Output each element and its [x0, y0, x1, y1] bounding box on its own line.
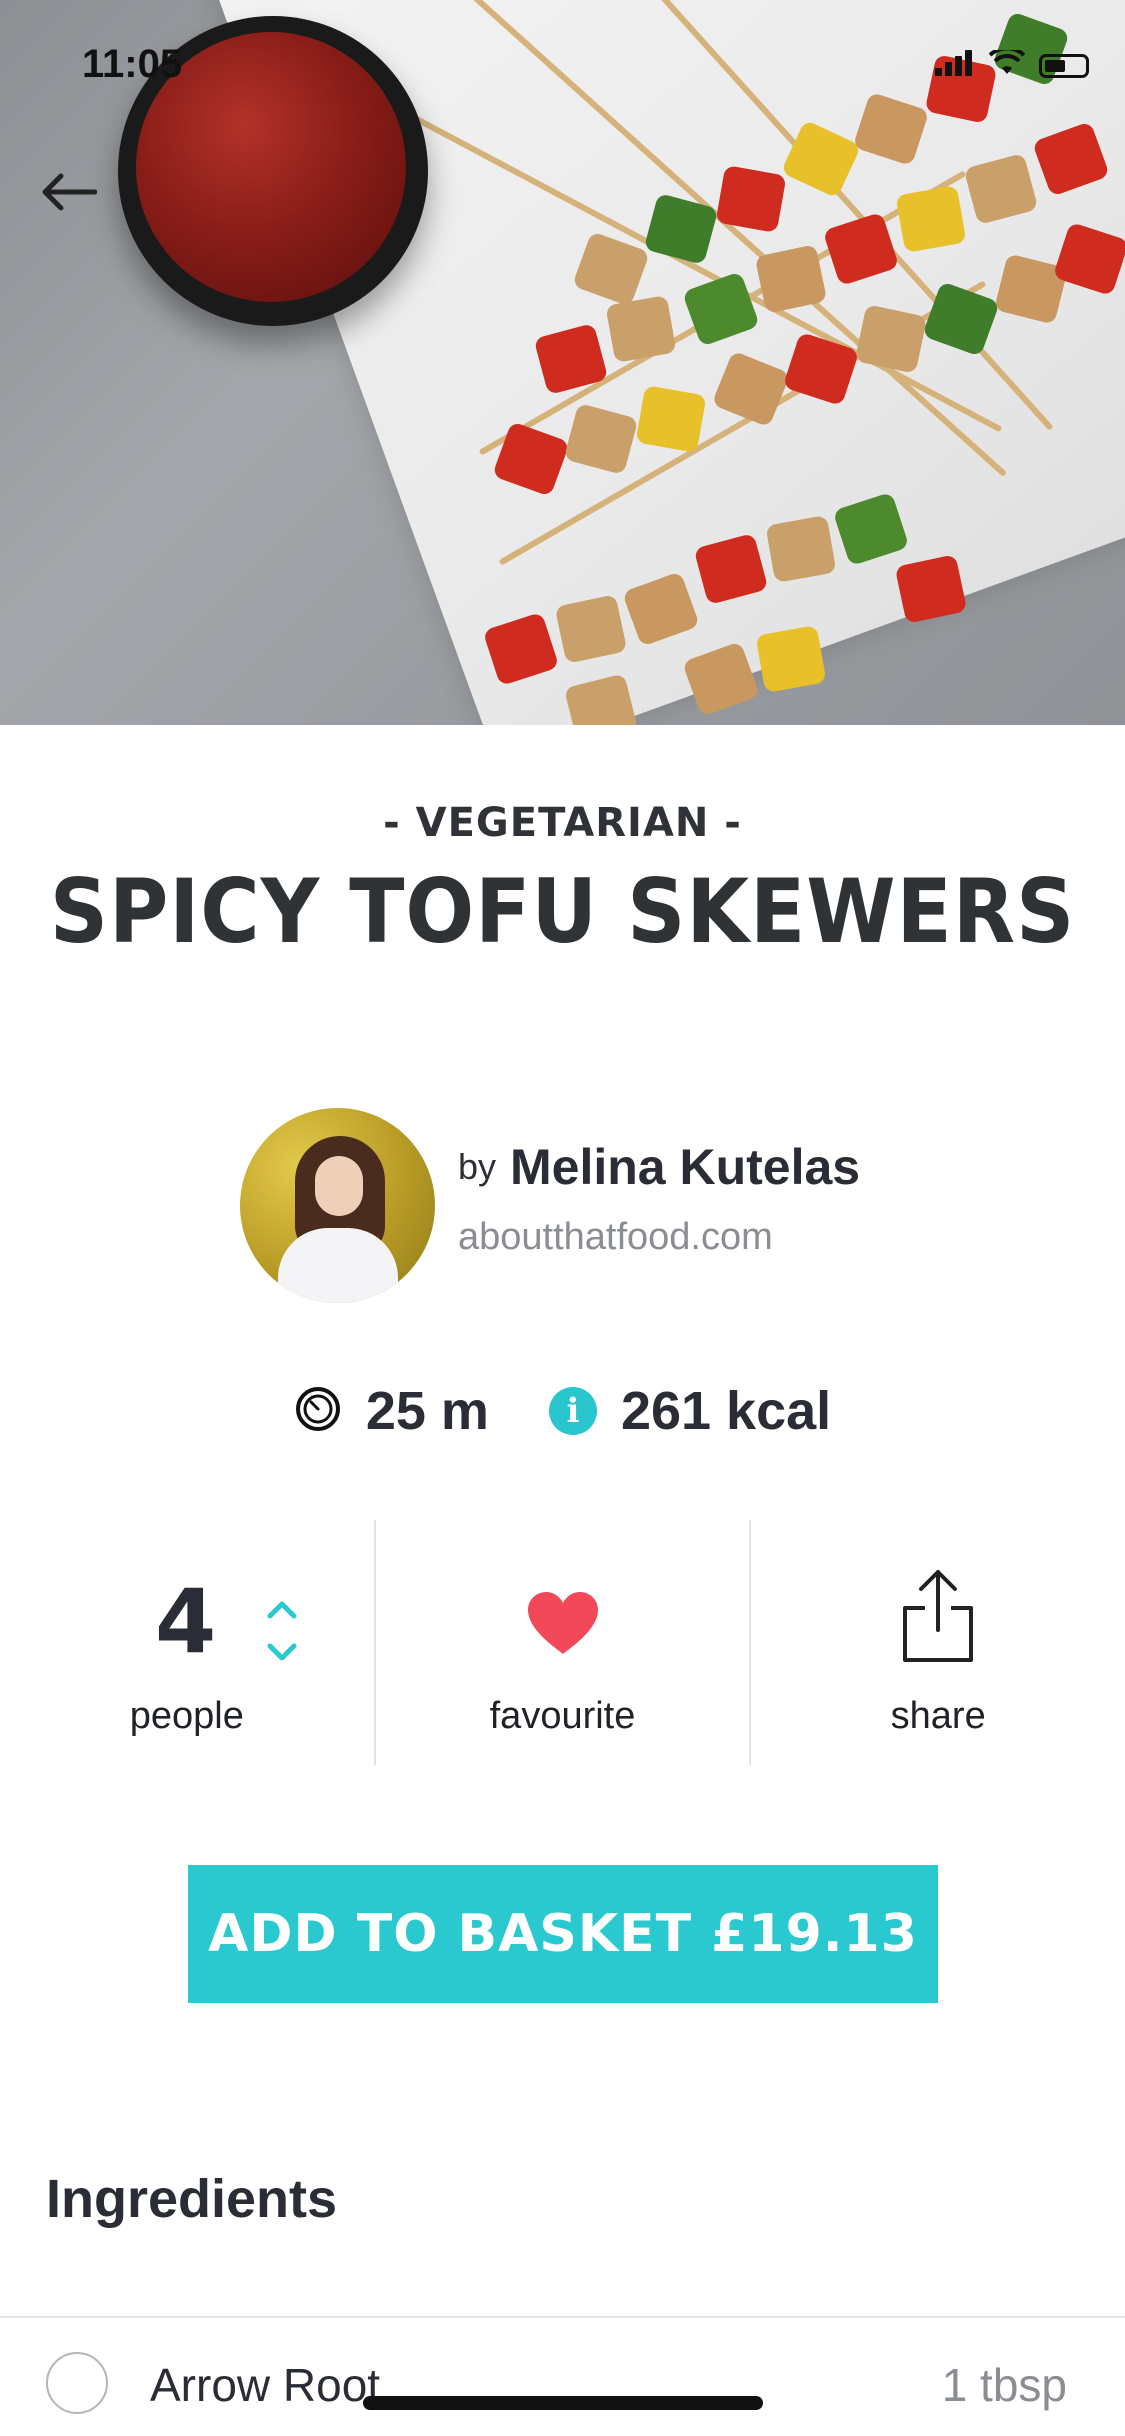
servings-control: 4 people — [0, 1520, 374, 1765]
recipe-title: SPICY TOFU SKEWERS — [49, 860, 1076, 963]
heart-icon[interactable] — [526, 1590, 600, 1661]
favourite-label: favourite — [489, 1695, 636, 1737]
battery-icon — [1039, 53, 1089, 78]
status-time: 11:05 — [82, 42, 183, 86]
wifi-icon — [988, 46, 1026, 81]
ingredient-checkbox[interactable] — [46, 2352, 108, 2414]
servings-stepper[interactable] — [262, 1592, 302, 1672]
ingredient-row[interactable]: Arrow Root 1 tbsp — [0, 2318, 1125, 2436]
hero-image — [0, 0, 1125, 725]
ingredients-heading: Ingredients — [46, 2169, 338, 2229]
home-indicator[interactable] — [363, 2396, 763, 2410]
timer-icon — [294, 1385, 342, 1438]
share-label: share — [890, 1695, 986, 1737]
recipe-stats: 25 m i 261 kcal — [0, 1380, 1125, 1442]
share-button[interactable]: share — [749, 1520, 1125, 1765]
back-button[interactable] — [36, 162, 100, 226]
share-icon[interactable] — [901, 1568, 975, 1669]
author-website[interactable]: aboutthatfood.com — [458, 1216, 773, 1259]
info-icon[interactable]: i — [548, 1387, 597, 1435]
signal-icon — [935, 50, 975, 81]
servings-label: people — [129, 1695, 244, 1737]
action-row: 4 people favourite share — [0, 1520, 1125, 1765]
recipe-category: - VEGETARIAN - — [383, 800, 742, 846]
author-avatar[interactable] — [240, 1108, 435, 1303]
servings-count: 4 — [155, 1570, 217, 1673]
author-block[interactable]: by Melina Kutelas aboutthatfood.com — [240, 1108, 940, 1303]
chevron-up-icon — [267, 1601, 297, 1619]
arrow-left-icon — [39, 172, 98, 217]
status-icons — [935, 46, 1089, 81]
ingredient-quantity: 1 tbsp — [941, 2359, 1067, 2411]
chevron-down-icon — [267, 1643, 297, 1661]
prep-time: 25 m — [294, 1380, 489, 1442]
favourite-button[interactable]: favourite — [373, 1520, 750, 1765]
calories-value: 261 kcal — [620, 1381, 832, 1441]
author-name[interactable]: Melina Kutelas — [510, 1138, 860, 1196]
add-to-basket-button[interactable]: ADD TO BASKET £19.13 — [188, 1865, 938, 2003]
ingredient-name: Arrow Root — [150, 2359, 381, 2411]
prep-time-value: 25 m — [365, 1381, 489, 1441]
author-by-label: by — [458, 1146, 497, 1187]
calories[interactable]: i 261 kcal — [548, 1380, 832, 1442]
